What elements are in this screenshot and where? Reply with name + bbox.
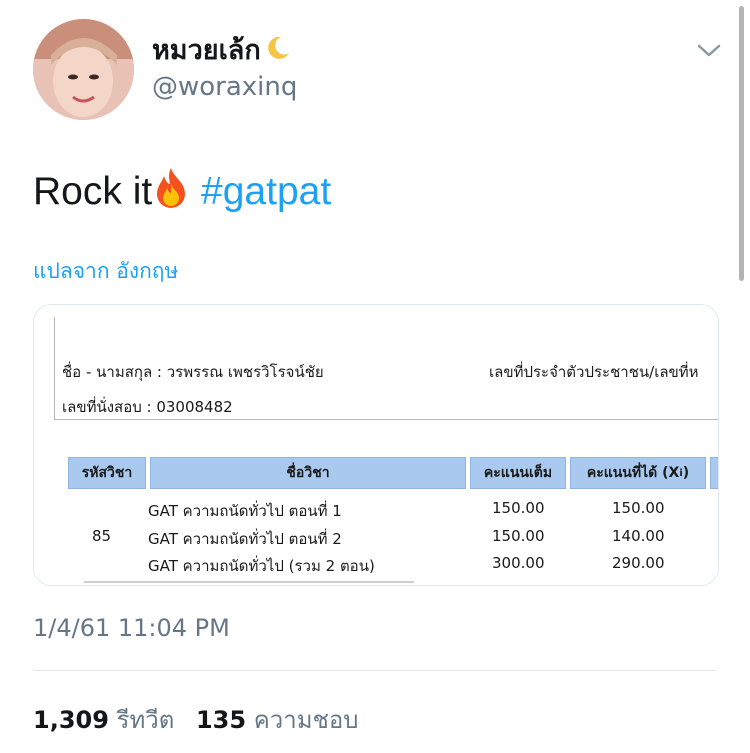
- like-count[interactable]: 135: [196, 706, 246, 734]
- table-cell-subject: GAT ความถนัดทั่วไป ตอนที่ 2: [148, 530, 342, 548]
- like-label[interactable]: ความชอบ: [254, 706, 359, 734]
- score-document: ชื่อ - นามสกุล : วรพรรณ เพชรวิโรจน์ชัย เ…: [34, 305, 718, 585]
- table-cell-subject: GAT ความถนัดทั่วไป (รวม 2 ตอน): [148, 557, 375, 575]
- tweet-text-plain: Rock it: [33, 170, 153, 213]
- moon-icon: [265, 35, 291, 68]
- doc-name-line: ชื่อ - นามสกุล : วรพรรณ เพชรวิโรจน์ชัย: [62, 363, 324, 381]
- table-cell-full: 300.00: [492, 554, 545, 572]
- table-cell-code: 85: [92, 527, 112, 545]
- divider: [33, 670, 717, 671]
- avatar[interactable]: [33, 19, 134, 120]
- chevron-down-icon[interactable]: [696, 42, 722, 60]
- table-header-got: คะแนนที่ได้ (X i): [570, 457, 706, 489]
- scrollbar[interactable]: [739, 6, 744, 281]
- table-cell-full: 150.00: [492, 499, 545, 517]
- table-header-code: รหัสวิชา: [68, 457, 146, 489]
- table-cell-got: 150.00: [612, 499, 665, 517]
- tweet-timestamp[interactable]: 1/4/61 11:04 PM: [33, 614, 230, 642]
- attached-image[interactable]: ชื่อ - นามสกุล : วรพรรณ เพชรวิโรจน์ชัย เ…: [33, 304, 719, 586]
- tweet-stats: 1,309 รีทวีต 135 ความชอบ: [33, 700, 373, 739]
- table-header-full: คะแนนเต็ม: [470, 457, 566, 489]
- cut-off-row: [84, 581, 414, 583]
- doc-seat-line: เลขที่นั่งสอบ : 03008482: [62, 398, 233, 416]
- fire-icon: [152, 166, 190, 210]
- retweet-label[interactable]: รีทวีต: [117, 706, 175, 734]
- hashtag-link[interactable]: #gatpat: [201, 170, 331, 213]
- table-cell-full: 150.00: [492, 527, 545, 545]
- display-name-text: หมวยเล้ก: [152, 35, 261, 66]
- display-name[interactable]: หมวยเล้ก: [152, 28, 291, 71]
- translate-link[interactable]: แปลจาก อังกฤษ: [33, 255, 178, 288]
- document-border: [54, 419, 718, 420]
- doc-id-line: เลขที่ประจำตัวประชาชน/เลขที่ห: [489, 363, 699, 381]
- table-header-extra: [710, 457, 718, 489]
- table-cell-got: 140.00: [612, 527, 665, 545]
- retweet-count[interactable]: 1,309: [33, 706, 109, 734]
- table-cell-subject: GAT ความถนัดทั่วไป ตอนที่ 1: [148, 502, 342, 520]
- table-header-subject: ชื่อวิชา: [150, 457, 466, 489]
- tweet-text: Rock it #gatpat: [33, 166, 331, 214]
- table-cell-got: 290.00: [612, 554, 665, 572]
- user-handle[interactable]: @woraxinq: [152, 72, 297, 102]
- document-border: [54, 317, 55, 419]
